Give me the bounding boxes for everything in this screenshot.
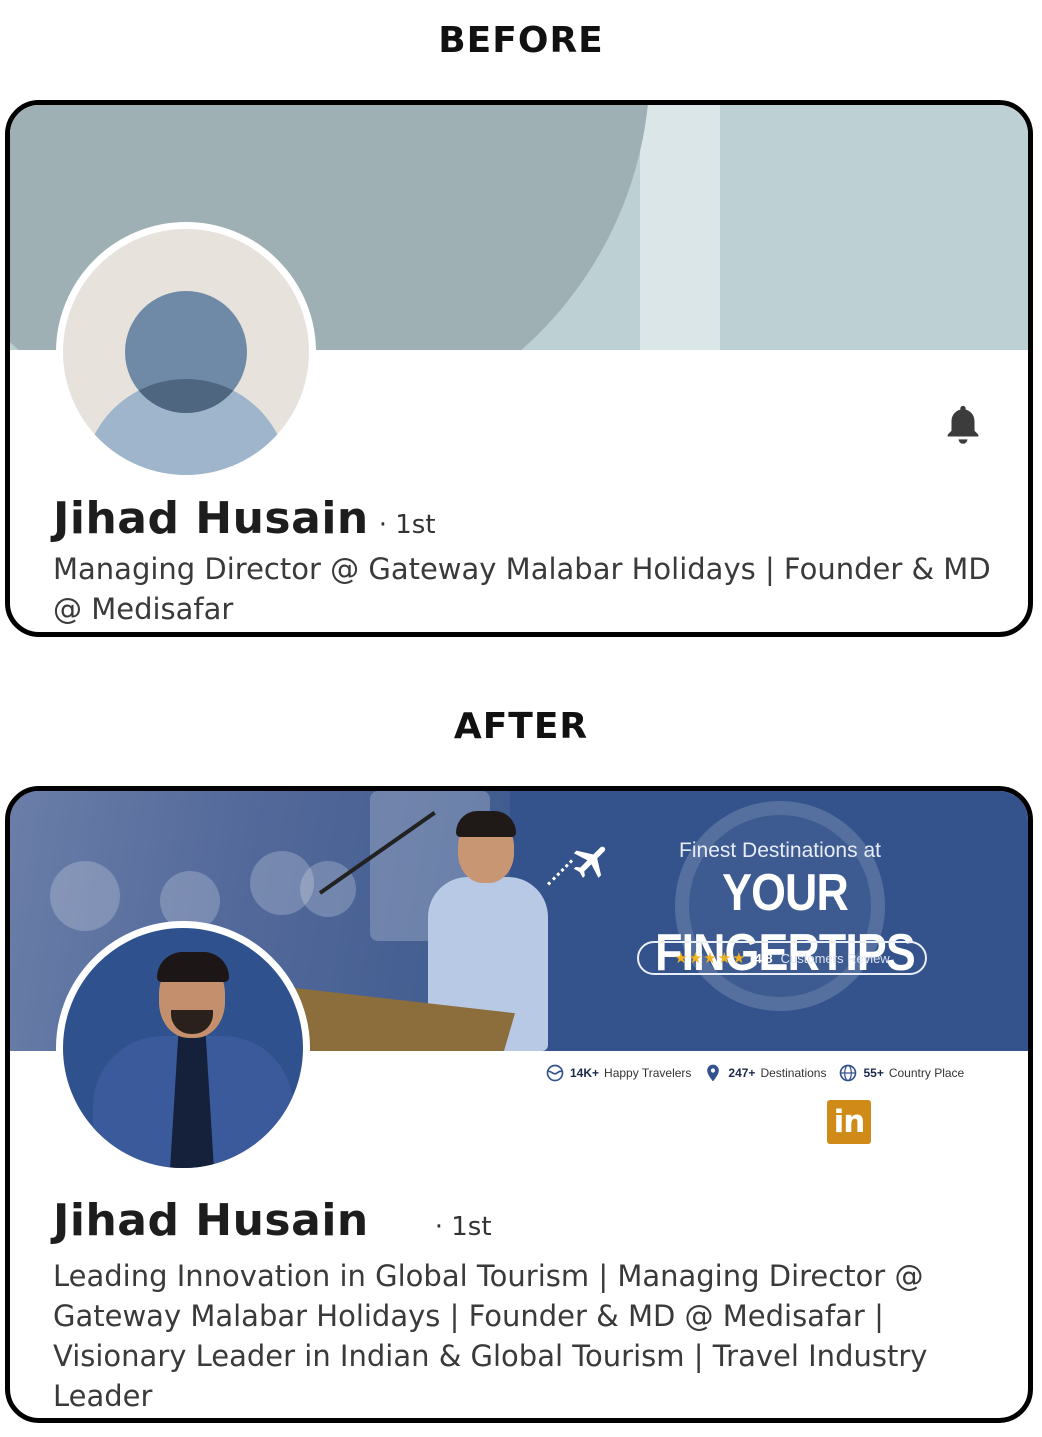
before-heading: BEFORE	[438, 20, 604, 61]
profile-headline: Managing Director @ Gateway Malabar Holi…	[53, 552, 991, 626]
star-rating-icon: ★★★★★	[674, 950, 747, 967]
profile-name: Jihad Husain	[53, 493, 369, 544]
banner-subtitle: Finest Destinations at	[679, 839, 881, 862]
stat-item: 247+ Destinations	[703, 1063, 826, 1083]
map-pin-icon	[707, 1064, 720, 1082]
profile-name: Jihad Husain	[53, 1195, 369, 1246]
profile-headline: Leading Innovation in Global Tourism | M…	[53, 1259, 928, 1413]
globe-travel-icon	[546, 1064, 564, 1082]
world-icon	[840, 1064, 857, 1082]
linkedin-icon[interactable]: in	[827, 1100, 871, 1144]
review-badge: ★★★★★ 4.8 Customers Review	[637, 941, 927, 975]
airplane-icon	[573, 846, 606, 878]
rating-label: Customers Review	[780, 950, 890, 966]
connection-degree: · 1st	[434, 1212, 492, 1242]
bell-icon[interactable]	[940, 402, 986, 448]
stat-item: 14K+ Happy Travelers	[545, 1063, 691, 1083]
name-row: Jihad Husain · 1st	[53, 1195, 492, 1246]
profile-card-before: Jihad Husain · 1st Managing Director @ G…	[5, 100, 1033, 637]
stats-bar: 14K+ Happy Travelers 247+ Destinations 5…	[535, 1051, 1028, 1095]
stat-item: 55+ Country Place	[838, 1063, 964, 1083]
profile-card-after: Finest Destinations at YOUR FINGERTIPS ★…	[5, 786, 1033, 1423]
rating-value: 4.8	[754, 950, 773, 966]
connection-degree: · 1st	[378, 510, 436, 540]
default-avatar[interactable]	[56, 222, 316, 482]
name-row: Jihad Husain · 1st	[53, 493, 436, 544]
after-heading: AFTER	[453, 706, 589, 747]
profile-photo[interactable]	[56, 921, 310, 1175]
